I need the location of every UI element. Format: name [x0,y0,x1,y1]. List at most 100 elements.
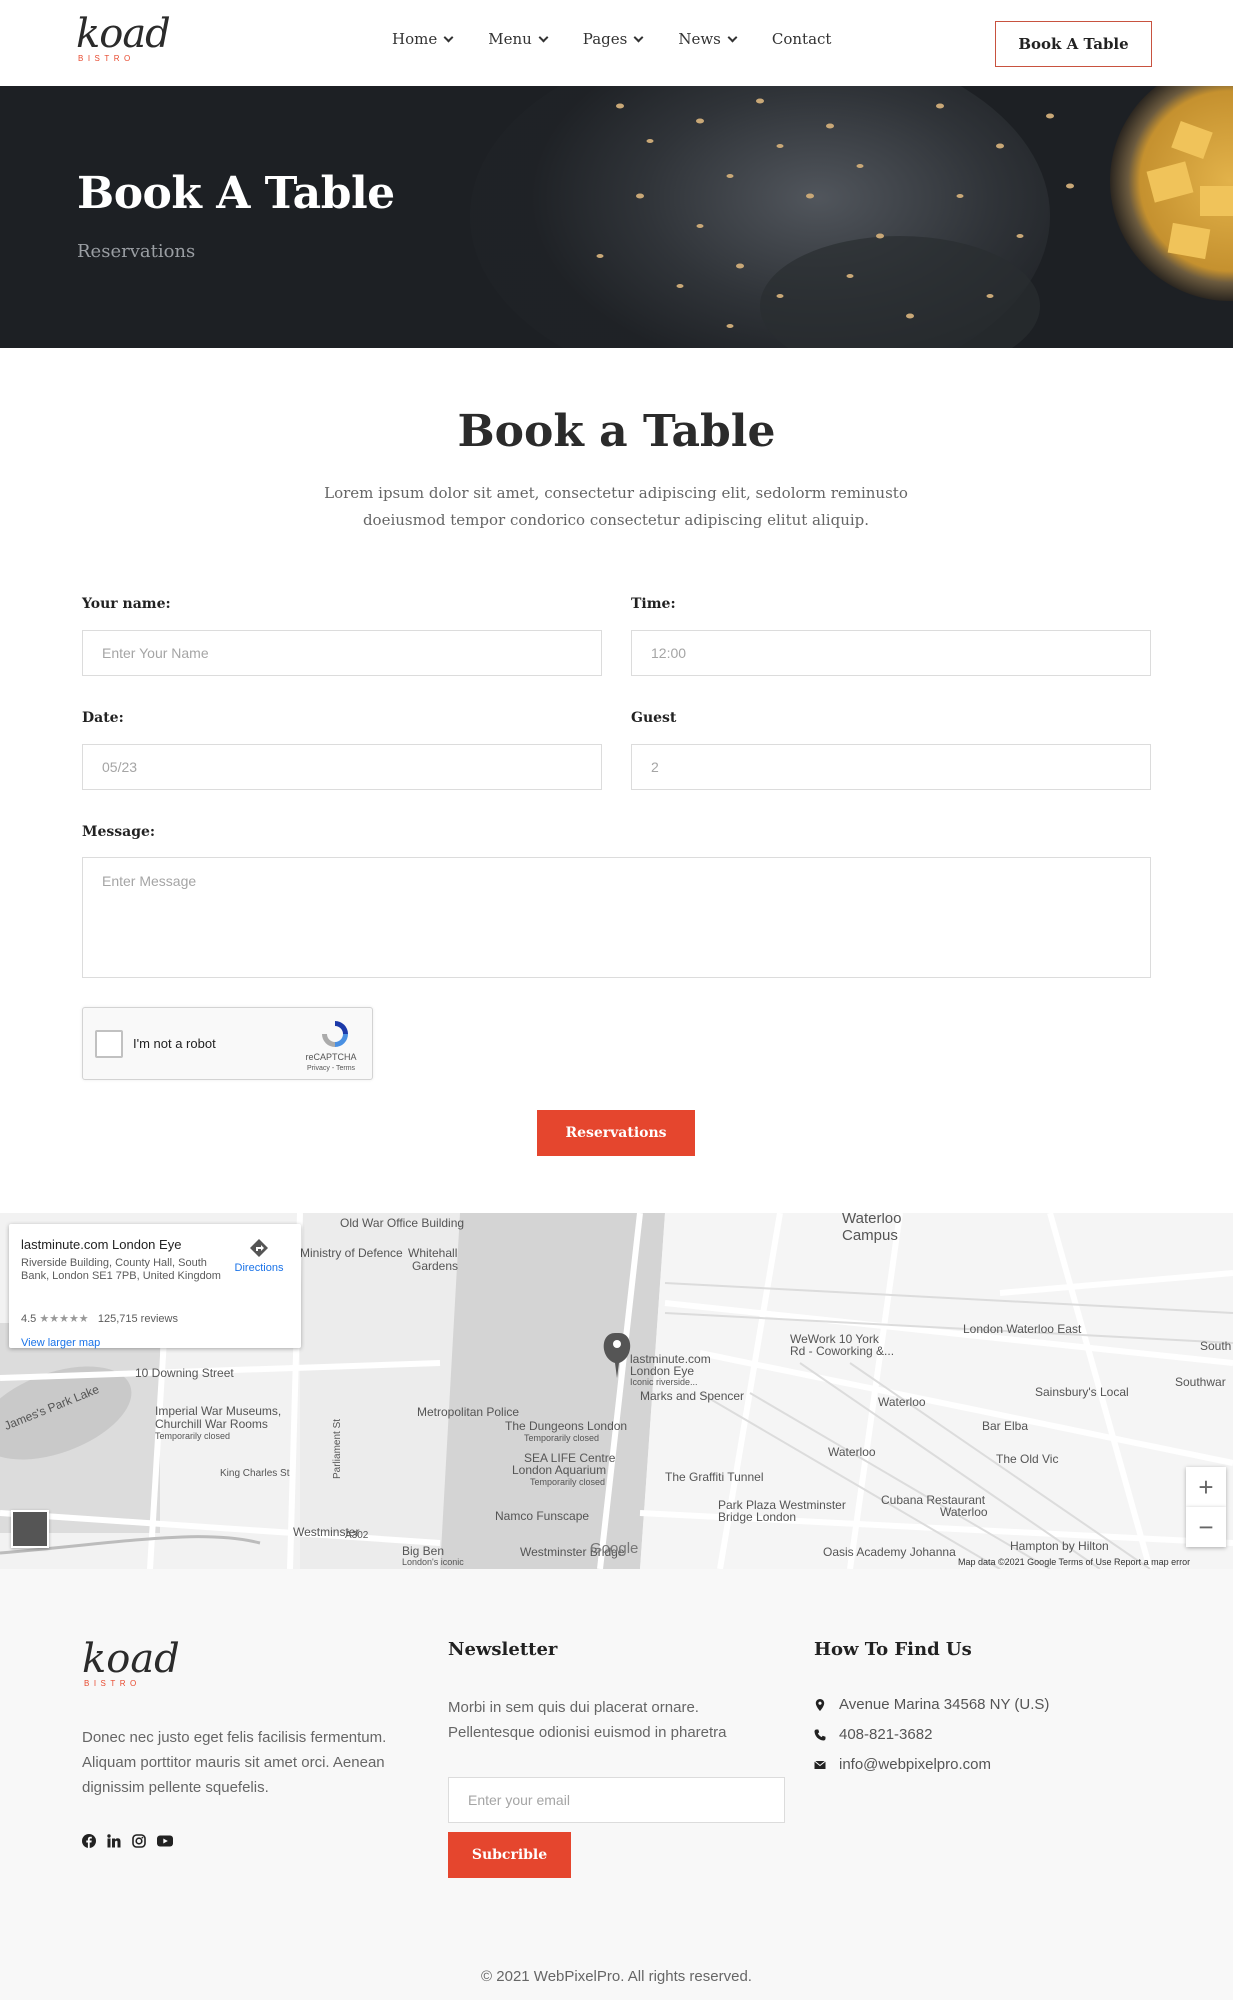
name-label: Your name: [82,596,171,612]
svg-text:A302: A302 [345,1530,369,1541]
guest-input[interactable] [631,744,1151,790]
linkedin-icon[interactable] [107,1834,121,1848]
message-label: Message: [82,824,156,840]
find-us-title: How To Find Us [814,1639,972,1660]
svg-text:London Waterloo East: London Waterloo East [963,1322,1082,1336]
brand-logo[interactable]: koad BISTRO [76,11,171,70]
contact-email[interactable]: info@webpixelpro.com [814,1756,991,1773]
svg-text:Waterloo: Waterloo [842,1213,901,1227]
place-name: lastminute.com London Eye [21,1237,182,1252]
nav-item-menu[interactable]: Menu [488,30,549,48]
footer-logo-script: koad [82,1636,180,1682]
recaptcha-links[interactable]: Privacy - Terms [293,1065,369,1072]
phone-icon [814,1729,826,1740]
svg-text:Waterloo: Waterloo [878,1395,926,1409]
place-rating: 4.5 ★★★★★ 125,715 reviews [21,1312,178,1325]
nav-label: Menu [488,30,532,48]
svg-text:Google: Google [590,1540,638,1557]
map-attribution[interactable]: Map data ©2021 Google Terms of Use Repor… [958,1557,1190,1567]
svg-text:London Eye: London Eye [630,1364,694,1378]
contact-address: Avenue Marina 34568 NY (U.S) [814,1696,1049,1713]
zoom-in-button[interactable]: + [1186,1467,1226,1507]
svg-text:Namco Funscape: Namco Funscape [495,1509,589,1523]
subscribe-button[interactable]: Subcrible [448,1832,571,1878]
recaptcha-brand: reCAPTCHA [305,1052,357,1062]
svg-text:Waterloo: Waterloo [940,1505,988,1519]
svg-text:Imperial War Museums,: Imperial War Museums, [155,1404,281,1418]
svg-text:The Graffiti Tunnel: The Graffiti Tunnel [665,1470,764,1484]
google-map[interactable]: Old War Office Building Ministry of Defe… [0,1213,1233,1569]
svg-text:Parliament St: Parliament St [332,1419,343,1479]
nav-item-news[interactable]: News [678,30,738,48]
facebook-icon[interactable] [82,1834,96,1848]
svg-text:London Aquarium: London Aquarium [512,1463,606,1477]
youtube-icon[interactable] [157,1834,173,1848]
svg-text:Campus: Campus [842,1227,898,1244]
svg-text:Temporarily closed: Temporarily closed [530,1477,605,1487]
instagram-icon[interactable] [132,1834,146,1848]
footer-logo[interactable]: koad BISTRO [82,1636,180,1695]
rating-value: 4.5 [21,1313,37,1325]
nav-label: Home [392,30,438,48]
svg-text:Gardens: Gardens [412,1259,458,1273]
book-table-button[interactable]: Book A Table [995,21,1152,67]
directions-icon [250,1239,268,1257]
directions-link[interactable]: Directions [229,1237,289,1274]
recaptcha-checkbox[interactable] [95,1030,123,1058]
copyright-text: © 2021 WebPixelPro. All rights reserved. [481,1968,752,1985]
svg-text:Southwar: Southwar [1175,1375,1226,1389]
svg-text:Whitehall: Whitehall [408,1246,457,1260]
chevron-down-icon [633,32,644,42]
svg-text:The Dungeons London: The Dungeons London [505,1419,627,1433]
place-address: Riverside Building, County Hall, South B… [21,1257,221,1282]
booking-title: Book a Table [457,406,776,457]
time-input[interactable] [631,630,1151,676]
svg-text:Hampton by Hilton: Hampton by Hilton [1010,1539,1109,1553]
svg-text:Iconic riverside...: Iconic riverside... [630,1377,698,1387]
map-place-card: lastminute.com London Eye Riverside Buil… [9,1224,301,1349]
svg-text:Bridge London: Bridge London [718,1510,796,1524]
svg-text:South: South [1200,1339,1231,1353]
hero-subtitle: Reservations [77,241,196,262]
newsletter-email-input[interactable] [448,1777,785,1823]
svg-text:The Old Vic: The Old Vic [996,1452,1058,1466]
rating-stars: ★★★★★ [39,1313,89,1325]
nav-label: News [678,30,721,48]
svg-text:Big Ben: Big Ben [402,1544,444,1558]
contact-phone[interactable]: 408-821-3682 [814,1726,932,1743]
nav-item-home[interactable]: Home [392,30,454,48]
zoom-out-button[interactable]: − [1186,1507,1226,1547]
nav-label: Contact [771,30,832,48]
site-header: koad BISTRO Home Menu Pages News Contact… [0,0,1233,86]
svg-text:Metropolitan Police: Metropolitan Police [417,1405,519,1419]
reservations-button[interactable]: Reservations [537,1110,695,1156]
svg-text:Marks and Spencer: Marks and Spencer [640,1389,744,1403]
message-textarea[interactable] [82,857,1151,978]
phone-text: 408-821-3682 [839,1726,933,1743]
svg-text:Ministry of Defence: Ministry of Defence [300,1246,403,1260]
guest-label: Guest [631,710,677,726]
nav-item-pages[interactable]: Pages [582,30,644,48]
site-footer: koad BISTRO Donec nec justo eget felis f… [0,1569,1233,2000]
hero-banner: Book A Table Reservations [0,86,1233,348]
view-larger-map-link[interactable]: View larger map [21,1337,100,1349]
svg-text:Temporarily closed: Temporarily closed [155,1431,230,1441]
svg-text:Churchill War Rooms: Churchill War Rooms [155,1417,268,1431]
nav-item-contact[interactable]: Contact [772,30,832,48]
directions-label: Directions [234,1262,284,1274]
nav-label: Pages [582,30,628,48]
logo-script: koad [76,11,171,57]
map-pin-icon [815,1698,825,1711]
street-view-thumbnail[interactable] [11,1510,49,1548]
svg-text:London's iconic: London's iconic [402,1557,464,1567]
svg-text:Waterloo: Waterloo [828,1445,876,1459]
envelope-icon [814,1760,826,1769]
recaptcha-label: I'm not a robot [133,1036,216,1051]
newsletter-title: Newsletter [448,1639,558,1660]
footer-about-text: Donec nec justo eget felis facilisis fer… [82,1729,387,1796]
chevron-down-icon [727,32,738,42]
date-input[interactable] [82,744,602,790]
newsletter-text: Morbi in sem quis dui placerat ornare. P… [448,1699,727,1741]
name-input[interactable] [82,630,602,676]
time-label: Time: [631,596,676,612]
